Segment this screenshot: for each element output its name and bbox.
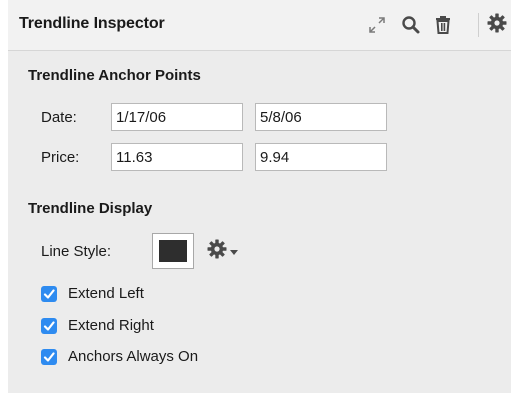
anchor-points-section-title: Trendline Anchor Points [28, 67, 201, 84]
extend-right-label[interactable]: Extend Right [68, 317, 154, 334]
display-section-title: Trendline Display [28, 200, 153, 217]
anchors-always-on-checkbox[interactable] [41, 349, 57, 365]
line-style-label: Line Style: [41, 243, 112, 260]
start-price-field[interactable] [111, 143, 243, 171]
toolbar-divider [478, 13, 479, 37]
gear-icon [206, 238, 228, 265]
chevron-down-icon [230, 243, 238, 261]
gear-icon [486, 12, 508, 39]
extend-left-checkbox[interactable] [41, 286, 57, 302]
extend-left-label[interactable]: Extend Left [68, 285, 144, 302]
panel-title: Trendline Inspector [19, 15, 165, 32]
anchors-always-on-label[interactable]: Anchors Always On [68, 348, 198, 365]
extend-right-checkbox[interactable] [41, 318, 57, 334]
end-date-field[interactable] [255, 103, 387, 131]
inspector-header: Trendline Inspector [8, 0, 511, 51]
line-style-options-button[interactable] [206, 238, 238, 265]
expand-icon[interactable] [366, 14, 388, 36]
gear-menu-button[interactable] [486, 12, 511, 39]
price-label: Price: [41, 149, 80, 166]
line-color-swatch[interactable] [152, 233, 194, 269]
start-date-field[interactable] [111, 103, 243, 131]
trash-icon[interactable] [432, 14, 454, 36]
trendline-inspector-panel: Trendline Inspector Trendline Anchor Poi… [8, 0, 511, 393]
date-label: Date: [41, 109, 77, 126]
line-color-fill [159, 240, 187, 262]
search-icon[interactable] [400, 14, 422, 36]
end-price-field[interactable] [255, 143, 387, 171]
